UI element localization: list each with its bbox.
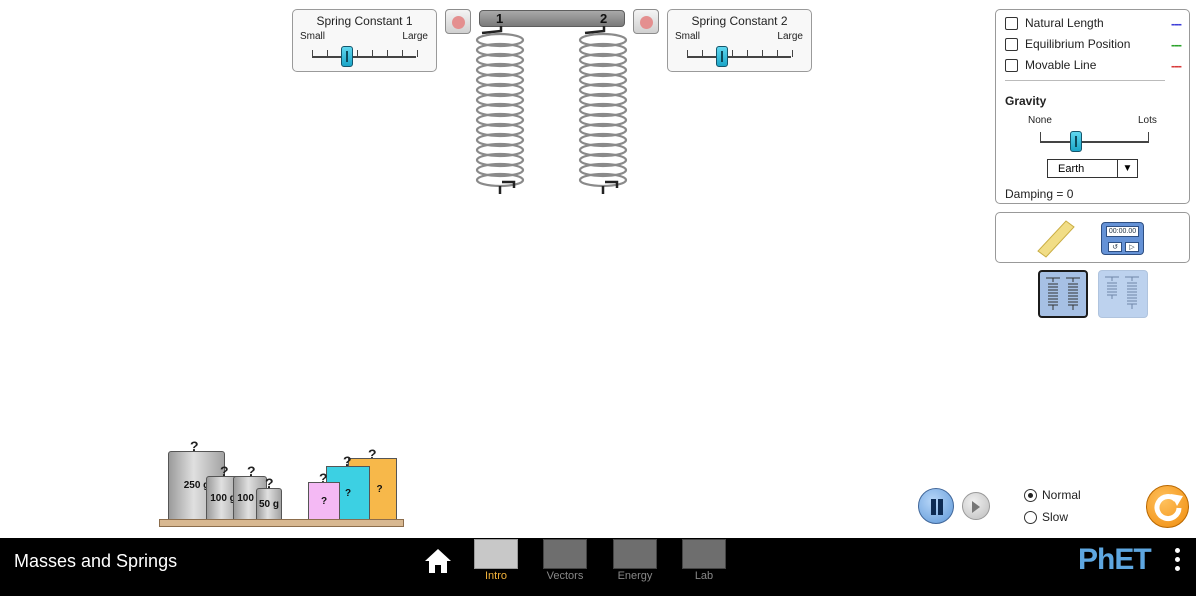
equilibrium-position-checkbox[interactable]: Equilibrium Position --- xyxy=(1005,37,1185,53)
slider-tick xyxy=(747,50,748,57)
reset-icon xyxy=(1154,494,1183,522)
reset-all-button[interactable] xyxy=(1146,485,1189,528)
slider-tick xyxy=(312,50,313,57)
spring-constant-1-small-label: Small xyxy=(300,31,326,42)
panel-divider xyxy=(1005,80,1165,81)
slider-tick xyxy=(372,50,373,57)
checkbox-label: Natural Length xyxy=(1025,16,1104,30)
stopwatch-icon[interactable]: 00:00.00 ↺ ▷ xyxy=(1101,222,1144,255)
radio-label: Normal xyxy=(1042,488,1081,502)
slider-tick xyxy=(732,50,733,57)
sim-area: Spring Constant 1 Small Large 1 2 Spring… xyxy=(0,0,1196,538)
tab-label: Lab xyxy=(694,570,714,582)
mass-shelf xyxy=(159,519,404,527)
slider-tick xyxy=(1040,132,1041,142)
gravity-title: Gravity xyxy=(1005,94,1047,108)
pause-button[interactable] xyxy=(918,488,954,524)
home-icon[interactable] xyxy=(424,548,452,574)
radio-dot[interactable] xyxy=(1024,489,1037,502)
stop-spring-1-button[interactable] xyxy=(445,9,471,34)
slider-tick xyxy=(1148,132,1149,142)
tab-energy[interactable]: Energy xyxy=(613,539,657,583)
slider-tick xyxy=(402,50,403,57)
phet-menu-icon[interactable] xyxy=(1175,548,1181,575)
damping-label: Damping = 0 xyxy=(1005,187,1074,201)
navigation-bar: Masses and Springs Intro Vectors Energy … xyxy=(0,538,1196,596)
spring-hanger-bar: 1 2 xyxy=(479,10,625,27)
gravity-lots-label: Lots xyxy=(1138,115,1157,126)
gravity-none-label: None xyxy=(1028,115,1052,126)
mass-label: 50 g xyxy=(258,499,279,510)
radio-dot[interactable] xyxy=(1024,511,1037,524)
checkbox-label: Movable Line xyxy=(1025,58,1097,72)
spring-constant-2-thumb[interactable] xyxy=(716,46,728,67)
movable-line-checkbox[interactable]: Movable Line --- xyxy=(1005,58,1185,74)
gravity-slider-thumb[interactable] xyxy=(1070,131,1082,152)
spring-constant-1-panel: Spring Constant 1 Small Large xyxy=(292,9,437,72)
spring-2-label: 2 xyxy=(600,11,608,26)
step-forward-button[interactable] xyxy=(962,492,990,520)
spring-constant-2-title: Spring Constant 2 xyxy=(691,14,788,28)
visibility-gravity-panel: Natural Length --- Equilibrium Position … xyxy=(995,9,1190,204)
gravity-slider-track[interactable] xyxy=(1040,141,1149,143)
spring-constant-2-small-label: Small xyxy=(675,31,701,42)
checkbox-label: Equilibrium Position xyxy=(1025,37,1131,51)
natural-length-line-indicator: --- xyxy=(1171,16,1182,31)
equilibrium-line-indicator: --- xyxy=(1171,37,1182,52)
stop-spring-2-button[interactable] xyxy=(633,9,659,34)
spring-constant-1-title: Spring Constant 1 xyxy=(316,14,413,28)
tab-label: Intro xyxy=(484,570,507,582)
mass-label: ? xyxy=(320,496,328,507)
slider-tick xyxy=(417,50,418,57)
adjustable-springs-icon xyxy=(1105,276,1139,309)
slider-tick xyxy=(327,50,328,57)
spring-1[interactable] xyxy=(474,26,526,196)
slider-tick xyxy=(792,50,793,57)
planet-dropdown[interactable]: Earth ▼ xyxy=(1047,159,1138,178)
stopwatch-display: 00:00.00 xyxy=(1106,226,1139,237)
same-length-springs-button[interactable] xyxy=(1038,270,1088,318)
mass-50g[interactable]: 50 g xyxy=(256,488,282,521)
spring-1-label: 1 xyxy=(496,11,504,26)
checkbox-box[interactable] xyxy=(1005,17,1018,30)
tab-intro[interactable]: Intro xyxy=(474,539,518,583)
tab-vectors[interactable]: Vectors xyxy=(543,539,587,583)
sim-title: Masses and Springs xyxy=(14,551,178,571)
slider-tick xyxy=(387,50,388,57)
slider-tick xyxy=(357,50,358,57)
spring-constant-1-large-label: Large xyxy=(402,31,428,42)
radio-label: Slow xyxy=(1042,510,1069,524)
tools-panel: 00:00.00 ↺ ▷ xyxy=(995,212,1190,263)
tab-label: Energy xyxy=(617,570,653,582)
slider-tick xyxy=(762,50,763,57)
spring-constant-1-thumb[interactable] xyxy=(341,46,353,67)
checkbox-box[interactable] xyxy=(1005,59,1018,72)
two-springs-icon xyxy=(1046,277,1080,310)
stopwatch-play-icon: ▷ xyxy=(1125,242,1139,252)
dropdown-arrow-icon[interactable]: ▼ xyxy=(1117,160,1137,177)
slider-tick xyxy=(702,50,703,57)
adjustable-length-springs-button[interactable] xyxy=(1098,270,1148,318)
movable-line-indicator: --- xyxy=(1171,58,1182,73)
lab-screen-icon xyxy=(682,539,726,569)
slider-tick xyxy=(687,50,688,57)
mystery-mass-pink[interactable]: ? xyxy=(308,482,340,521)
energy-screen-icon xyxy=(613,539,657,569)
tab-label: Vectors xyxy=(546,570,584,582)
spring-constant-2-large-label: Large xyxy=(777,31,803,42)
spring-2[interactable] xyxy=(577,26,629,196)
phet-logo[interactable]: PhET xyxy=(1078,543,1152,577)
ruler-icon[interactable] xyxy=(1036,219,1076,259)
spring-constant-2-panel: Spring Constant 2 Small Large xyxy=(667,9,812,72)
planet-value: Earth xyxy=(1058,163,1085,175)
intro-screen-icon xyxy=(474,539,518,569)
stopwatch-reset-icon: ↺ xyxy=(1108,242,1122,252)
slider-tick xyxy=(777,50,778,57)
tab-lab[interactable]: Lab xyxy=(682,539,726,583)
vectors-screen-icon xyxy=(543,539,587,569)
checkbox-box[interactable] xyxy=(1005,38,1018,51)
natural-length-checkbox[interactable]: Natural Length --- xyxy=(1005,16,1185,32)
